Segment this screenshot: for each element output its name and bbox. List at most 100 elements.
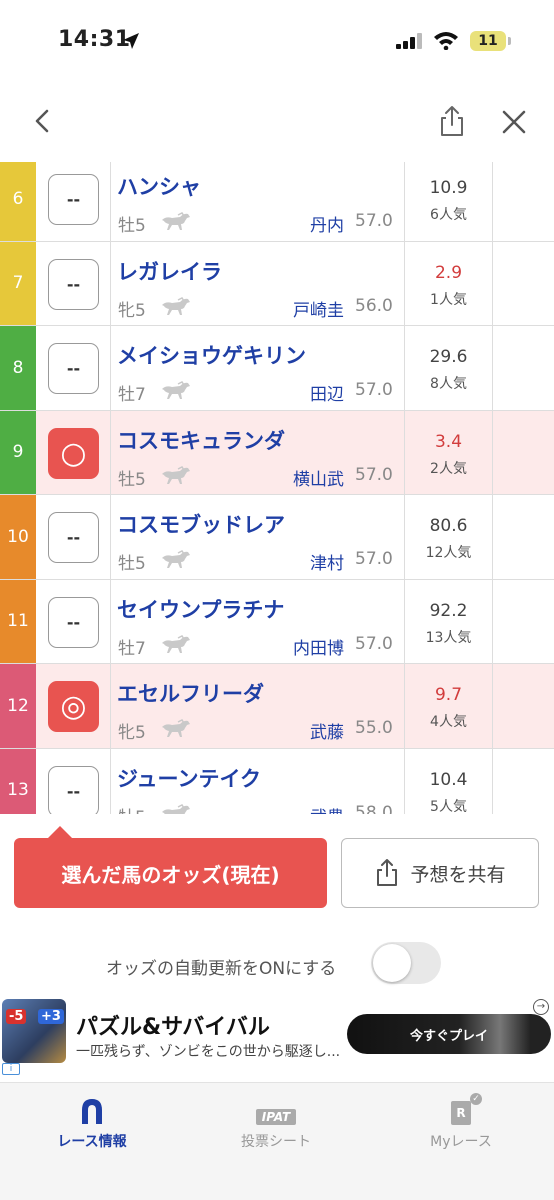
horse-name[interactable]: セイウンプラチナ bbox=[117, 594, 284, 624]
column-divider bbox=[492, 664, 493, 748]
carried-weight: 56.0 bbox=[355, 295, 393, 316]
column-divider bbox=[492, 748, 493, 814]
back-chevron-icon[interactable] bbox=[28, 106, 58, 136]
horse-number: 9 bbox=[0, 410, 36, 494]
mark-button[interactable]: ○ bbox=[48, 427, 99, 479]
share-icon[interactable] bbox=[437, 104, 467, 138]
column-divider bbox=[110, 326, 111, 410]
ad-title: パズル&サバイバル bbox=[76, 1015, 270, 1040]
carried-weight: 57.0 bbox=[355, 549, 393, 569]
horse-name[interactable]: ジューンテイク bbox=[117, 763, 261, 793]
running-horse-icon bbox=[162, 550, 190, 568]
auto-update-row: オッズの自動更新をONにする bbox=[0, 942, 554, 986]
mark-button[interactable]: -- bbox=[48, 512, 99, 563]
popularity-rank: 5人気 bbox=[430, 798, 467, 815]
odds-value: 80.6 bbox=[429, 516, 468, 536]
horse-row[interactable]: 13 -- ジューンテイク 牡5 武豊 58.0 10.4 5人気 bbox=[0, 748, 554, 815]
ad-description: 一匹残らず、ゾンビをこの世から駆逐し... bbox=[76, 1044, 341, 1060]
horse-name[interactable]: メイショウゲキリン bbox=[117, 340, 306, 370]
battery-indicator: 11 bbox=[470, 31, 511, 51]
mark-button[interactable]: -- bbox=[48, 174, 99, 225]
ad-choices-icon[interactable]: i bbox=[2, 1063, 20, 1075]
mark-button[interactable]: ◎ bbox=[48, 681, 99, 732]
column-divider bbox=[404, 664, 405, 748]
tab-race-info[interactable]: レース情報 bbox=[17, 1095, 167, 1151]
sex-age: 牡5 bbox=[118, 803, 146, 815]
race-table: 6 -- ハンシャ 牡5 丹内 57.0 10.9 6人気 7 -- レガレイラ… bbox=[0, 162, 554, 814]
horse-number: 6 bbox=[0, 162, 36, 241]
odds-value: 2.9 bbox=[434, 262, 463, 283]
mark-button[interactable]: -- bbox=[48, 258, 99, 310]
ad-cta-button[interactable]: 今すぐプレイ bbox=[347, 1014, 551, 1054]
column-divider bbox=[110, 664, 111, 748]
jockey-name[interactable]: 田辺 bbox=[310, 380, 344, 405]
horse-row[interactable]: 10 -- コスモブッドレア 牡5 津村 57.0 80.6 12人気 bbox=[0, 495, 554, 580]
horse-name[interactable]: ハンシャ bbox=[117, 171, 201, 201]
column-divider bbox=[110, 241, 111, 325]
tab-my-race[interactable]: R ✓ Myレース bbox=[386, 1093, 536, 1151]
jockey-name[interactable]: 丹内 bbox=[310, 211, 344, 236]
column-divider bbox=[110, 579, 111, 663]
ad-thumbnail: -5 +3 bbox=[2, 999, 66, 1063]
horse-row[interactable]: 9 ○ コスモキュランダ 牡5 横山武 57.0 3.4 2人気 bbox=[0, 410, 554, 495]
horseshoe-icon bbox=[82, 1099, 102, 1124]
carried-weight: 57.0 bbox=[355, 380, 393, 400]
jockey-name[interactable]: 横山武 bbox=[293, 465, 344, 490]
horse-name[interactable]: エセルフリーダ bbox=[117, 678, 264, 708]
horse-row[interactable]: 7 -- レガレイラ 牝5 戸崎圭 56.0 2.9 1人気 bbox=[0, 241, 554, 326]
tab-ballot-sheet[interactable]: IPAT 投票シート bbox=[201, 1095, 351, 1151]
horse-row[interactable]: 12 ◎ エセルフリーダ 牝5 武藤 55.0 9.7 4人気 bbox=[0, 664, 554, 749]
popularity-rank: 1人気 bbox=[430, 291, 467, 308]
popularity-rank: 12人気 bbox=[425, 545, 472, 561]
running-horse-icon bbox=[162, 803, 190, 814]
mark-button[interactable]: -- bbox=[48, 765, 99, 814]
wifi-icon bbox=[434, 32, 458, 50]
jockey-name[interactable]: 戸崎圭 bbox=[293, 296, 344, 321]
horse-row[interactable]: 11 -- セイウンプラチナ 牡7 内田博 57.0 92.2 13人気 bbox=[0, 579, 554, 664]
column-divider bbox=[404, 326, 405, 410]
column-divider bbox=[404, 579, 405, 663]
odds-value: 92.2 bbox=[429, 600, 468, 621]
carried-weight: 57.0 bbox=[355, 633, 393, 654]
odds-value: 3.4 bbox=[434, 431, 463, 452]
column-divider bbox=[110, 162, 111, 241]
close-icon[interactable] bbox=[500, 108, 528, 136]
nav-bar bbox=[0, 92, 554, 152]
ipat-icon: IPAT bbox=[255, 1109, 297, 1125]
toggle-knob bbox=[373, 944, 411, 982]
jockey-name[interactable]: 内田博 bbox=[293, 634, 344, 659]
mark-button[interactable]: -- bbox=[48, 343, 99, 394]
column-divider bbox=[110, 410, 111, 494]
column-divider bbox=[492, 326, 493, 410]
horse-name[interactable]: コスモキュランダ bbox=[117, 425, 285, 455]
horse-number: 10 bbox=[0, 495, 36, 579]
carried-weight: 58.0 bbox=[355, 802, 393, 815]
selected-horses-odds-button[interactable]: 選んだ馬のオッズ(現在) bbox=[14, 826, 327, 908]
jockey-name[interactable]: 武豊 bbox=[310, 803, 344, 815]
horse-name[interactable]: コスモブッドレア bbox=[117, 509, 285, 539]
odds-value: 10.9 bbox=[429, 178, 468, 198]
horse-name[interactable]: レガレイラ bbox=[117, 256, 222, 286]
horse-row[interactable]: 6 -- ハンシャ 牡5 丹内 57.0 10.9 6人気 bbox=[0, 162, 554, 242]
carried-weight: 57.0 bbox=[355, 464, 393, 485]
running-horse-icon bbox=[162, 296, 190, 315]
cellular-signal-icon bbox=[396, 33, 422, 49]
status-time: 14:31 bbox=[58, 27, 131, 52]
ad-info-icon[interactable]: → bbox=[533, 999, 549, 1015]
jockey-name[interactable]: 武藤 bbox=[310, 718, 344, 743]
horse-number: 11 bbox=[0, 579, 36, 663]
odds-value: 10.4 bbox=[429, 769, 468, 790]
sex-age: 牡5 bbox=[118, 469, 146, 490]
auto-update-toggle[interactable] bbox=[371, 942, 441, 984]
mark-button[interactable]: -- bbox=[48, 596, 99, 648]
tab-label: 投票シート bbox=[241, 1134, 311, 1150]
horse-row[interactable]: 8 -- メイショウゲキリン 牡7 田辺 57.0 29.6 8人気 bbox=[0, 326, 554, 411]
myrace-icon: R bbox=[451, 1101, 471, 1125]
column-divider bbox=[110, 495, 111, 579]
column-divider bbox=[110, 748, 111, 814]
odds-value: 29.6 bbox=[429, 347, 468, 367]
share-prediction-button[interactable]: 予想を共有 bbox=[341, 838, 539, 908]
jockey-name[interactable]: 津村 bbox=[310, 549, 344, 574]
carried-weight: 55.0 bbox=[355, 718, 393, 738]
ad-banner[interactable]: -5 +3 パズル&サバイバル 一匹残らず、ゾンビをこの世から駆逐し... 今す… bbox=[0, 995, 554, 1075]
